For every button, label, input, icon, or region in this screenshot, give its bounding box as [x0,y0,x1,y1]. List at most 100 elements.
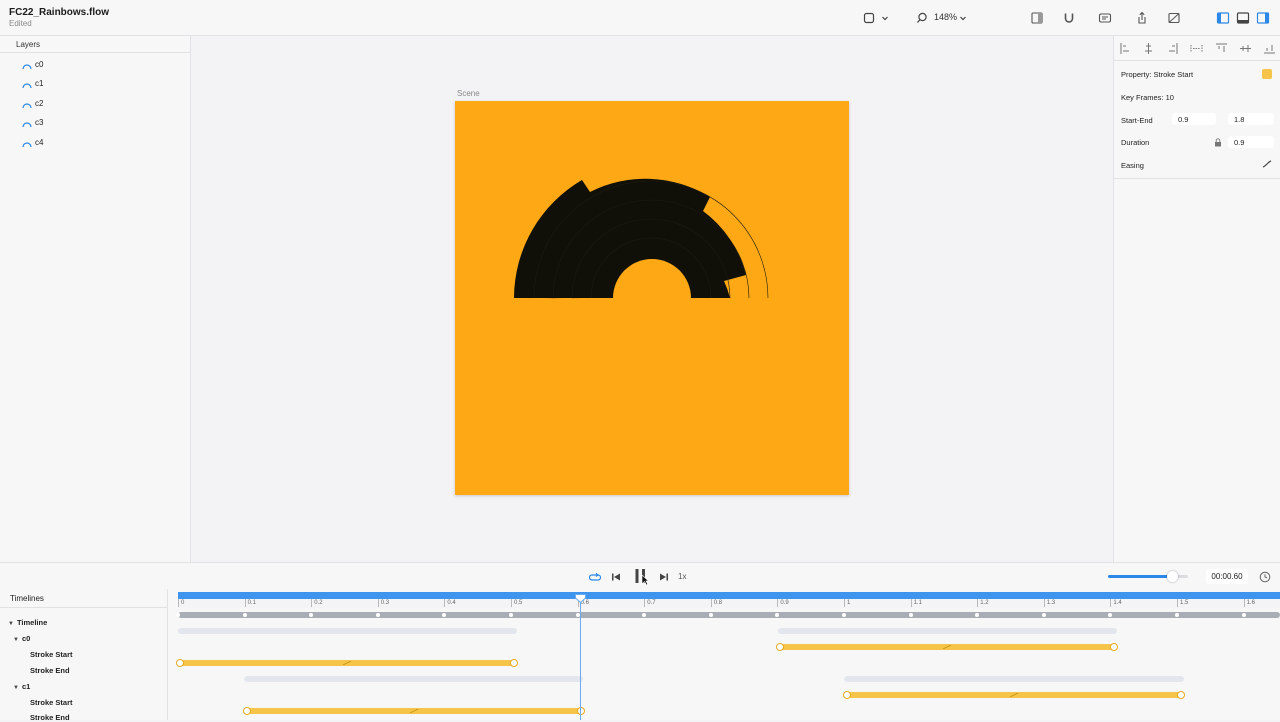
keyframe-dot[interactable] [1108,613,1113,617]
c0-stroke-end-animation[interactable] [176,659,518,667]
left-panel-icon[interactable] [1216,11,1230,25]
loop-icon[interactable] [589,571,601,583]
keyframe-dot[interactable] [375,613,380,617]
bottom-panel-icon[interactable] [1236,11,1250,25]
tree-row-c1-stroke-start[interactable]: Stroke Start [30,698,73,707]
align-toolbar [1114,36,1280,61]
shape-icon[interactable] [862,11,876,25]
timeline-range-bar[interactable] [178,592,1280,599]
arc-icon [22,103,32,109]
distribute-horizontal-icon[interactable] [1190,42,1203,55]
layer-item-c1[interactable]: c1 [22,78,182,92]
keyframe-handle[interactable] [843,691,851,699]
c1-stroke-start-animation[interactable] [843,691,1185,699]
disclosure-triangle-icon[interactable]: ▼ [13,637,19,643]
zoom-level[interactable]: 148% [934,12,957,22]
keyframe-dot[interactable] [642,613,647,617]
keyframe-dot[interactable] [775,613,780,617]
disclosure-triangle-icon[interactable]: ▼ [13,685,19,691]
skip-forward-icon[interactable] [658,571,670,583]
comment-icon[interactable] [1098,11,1112,25]
search-icon[interactable] [915,11,929,25]
align-middle-icon[interactable] [1239,42,1252,55]
zoom-chevron-down-icon[interactable] [958,11,968,25]
align-right-icon[interactable] [1166,42,1179,55]
keyframe-dot[interactable] [309,613,314,617]
scene-label: Scene [457,89,480,98]
keyframe-handle[interactable] [1177,691,1185,699]
tree-row-c0-stroke-end[interactable]: Stroke End [30,666,70,675]
tree-row-c0-stroke-start[interactable]: Stroke Start [30,650,73,659]
keyframe-handle[interactable] [510,659,518,667]
easing-curve-icon[interactable] [1261,159,1273,169]
align-bottom-icon[interactable] [1263,42,1276,55]
keyframe-handle[interactable] [176,659,184,667]
keyframe-dot[interactable] [708,613,713,617]
volume-slider[interactable] [1108,571,1188,582]
tree-row-timeline[interactable]: ▼ Timeline [8,618,47,627]
magnet-icon[interactable] [1062,11,1076,25]
keyframe-dot[interactable] [176,613,180,617]
end-value-field[interactable]: 1.8 [1228,113,1274,125]
tree-row-c0[interactable]: ▼ c0 [13,634,30,643]
keyframe-dot[interactable] [509,613,513,617]
property-label: Property: Stroke Start [1121,70,1194,79]
keyframe-dot[interactable] [1041,613,1046,617]
scene-artboard[interactable] [455,101,849,495]
c1-stroke-end-animation[interactable] [243,707,585,715]
inspector-panel-icon[interactable] [1030,11,1044,25]
align-top-icon[interactable] [1215,42,1228,55]
keyframe-handle[interactable] [577,707,585,715]
keyframe-dot[interactable] [575,613,580,617]
share-icon[interactable] [1135,11,1149,25]
layer-item-c0[interactable]: c0 [22,59,182,73]
time-ruler[interactable]: 0 0.1 0.2 0.3 0.4 0.5 0.6 0.7 0.8 0.9 1 1.1 1.2 1.3 1.… [178,599,1280,608]
lock-icon[interactable] [1214,138,1222,147]
right-panel-icon[interactable] [1256,11,1270,25]
keyframe-dot[interactable] [1175,613,1179,617]
tree-row-c1[interactable]: ▼ c1 [13,682,30,691]
layers-header: Layers [0,36,190,53]
current-time[interactable]: 00:00.60 [1206,569,1248,584]
timeline-tracks[interactable]: 0 0.1 0.2 0.3 0.4 0.5 0.6 0.7 0.8 0.9 1 1.1 1.2 1.3 1.… [168,589,1280,720]
ruler-label: 0.3 [380,600,390,606]
keyframe-dot[interactable] [908,613,913,617]
ruler-label: 1.4 [1113,600,1122,606]
keyframe-summary-lane [176,612,1280,618]
tree-label: Timeline [16,618,48,627]
keyframes-label: Key Frames: 10 [1121,93,1174,102]
keyframe-dot[interactable] [442,613,447,617]
volume-thumb[interactable] [1167,571,1178,582]
keyframe-dot[interactable] [975,613,980,617]
playhead-handle[interactable] [575,594,586,603]
c0-stroke-start-animation[interactable] [776,643,1118,651]
keyframe-handle[interactable] [1110,643,1118,651]
layer-item-c2[interactable]: c2 [22,98,182,112]
align-left-icon[interactable] [1119,42,1132,55]
start-value-field[interactable]: 0.9 [1172,113,1216,125]
align-center-icon[interactable] [1142,42,1155,55]
tree-row-c1-stroke-end[interactable]: Stroke End [30,713,70,722]
layer-label: c3 [35,118,44,127]
layer-item-c3[interactable]: c3 [22,117,182,131]
skip-back-icon[interactable] [610,571,622,583]
ruler-label: 1.6 [1246,600,1255,606]
chevron-down-icon[interactable] [880,11,890,25]
keyframe-handle[interactable] [243,707,251,715]
ruler-tick [644,599,646,607]
keyframe-handle[interactable] [776,643,784,651]
property-color-swatch[interactable] [1262,69,1272,79]
keyframe-dot[interactable] [1241,613,1246,617]
keyframe-dot[interactable] [842,613,846,617]
rainbow-artwork[interactable] [455,101,849,495]
timelines-header: Timelines [0,589,168,608]
preview-icon[interactable] [1167,11,1181,25]
disclosure-triangle-icon[interactable]: ▼ [8,621,14,627]
playback-speed[interactable]: 1x [678,572,686,581]
playhead-line[interactable] [580,594,581,720]
duration-value-field[interactable]: 0.9 [1228,136,1274,148]
clock-icon[interactable] [1259,571,1271,583]
layer-item-c4[interactable]: c4 [22,137,182,151]
keyframe-dot[interactable] [242,613,247,617]
easing-mark-icon [1010,693,1018,697]
